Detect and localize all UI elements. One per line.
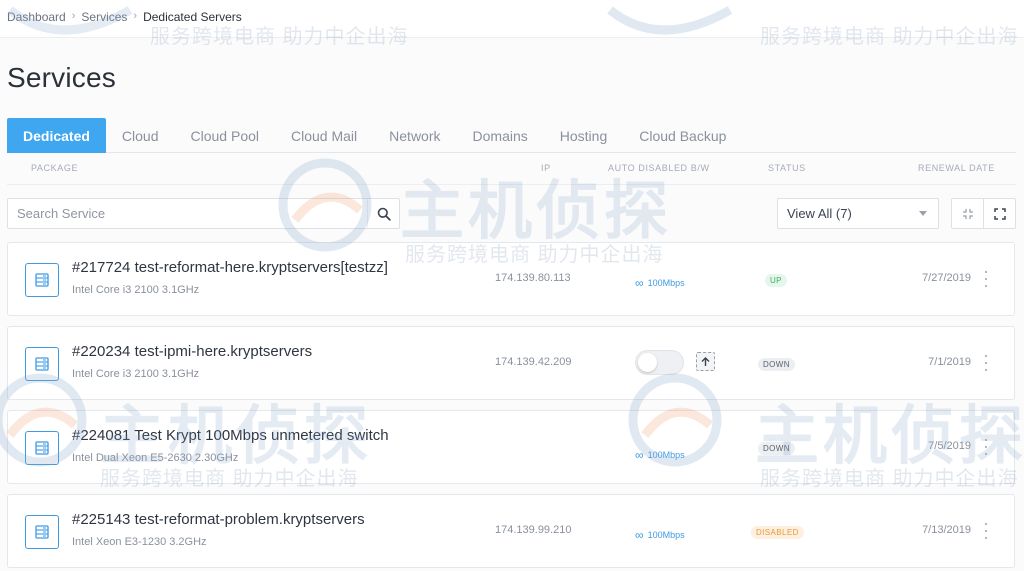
service-spec: Intel Xeon E3-1230 3.2GHz: [72, 536, 207, 548]
expand-icon: [993, 207, 1006, 220]
auto-disable-toggle[interactable]: [635, 350, 684, 375]
bandwidth-label: 100Mbps: [647, 278, 685, 288]
tab-cloud-backup[interactable]: Cloud Backup: [623, 118, 742, 153]
infinity-icon: ∞: [635, 448, 644, 462]
breadcrumb: Dashboard › Services › Dedicated Servers: [0, 0, 1024, 38]
bandwidth-value: ∞ 100Mbps: [635, 528, 685, 542]
service-ip: 174.139.80.113: [495, 272, 571, 284]
status-badge: DISABLED: [751, 526, 804, 539]
bandwidth-value: ∞ 100Mbps: [635, 276, 685, 290]
status-badge: UP: [765, 274, 787, 287]
search-icon: [377, 207, 391, 221]
tab-hosting[interactable]: Hosting: [544, 118, 623, 153]
service-name[interactable]: #217724 test-reformat-here.kryptservers[…: [72, 259, 388, 276]
column-header-package: PACKAGE: [31, 163, 79, 173]
service-name[interactable]: #220234 test-ipmi-here.kryptservers: [72, 343, 312, 360]
renewal-date: 7/13/2019: [922, 524, 971, 536]
row-menu-button[interactable]: [982, 355, 990, 371]
renewal-date: 7/1/2019: [928, 356, 971, 368]
tab-domains[interactable]: Domains: [457, 118, 544, 153]
tab-cloud-pool[interactable]: Cloud Pool: [175, 118, 276, 153]
column-header-ip: IP: [541, 163, 551, 173]
breadcrumb-dedicated-servers: Dedicated Servers: [143, 10, 242, 24]
infinity-icon: ∞: [635, 528, 644, 542]
service-row[interactable]: #217724 test-reformat-here.kryptservers[…: [7, 242, 1015, 316]
service-ip: 174.139.42.209: [495, 356, 572, 368]
search-input[interactable]: [8, 199, 367, 228]
tab-dedicated[interactable]: Dedicated: [7, 118, 106, 153]
service-row[interactable]: #220234 test-ipmi-here.kryptservers Inte…: [7, 326, 1015, 400]
service-spec: Intel Core i3 2100 3.1GHz: [72, 368, 200, 380]
tab-cloud[interactable]: Cloud: [106, 118, 175, 153]
service-name[interactable]: #225143 test-reformat-problem.kryptserve…: [72, 511, 365, 528]
view-filter-value: View All (7): [787, 206, 852, 221]
row-menu-button[interactable]: [982, 439, 990, 455]
arrow-up-icon: [701, 356, 710, 366]
view-toggle: [951, 198, 1016, 229]
upload-button[interactable]: [696, 352, 715, 371]
page-title: Services: [7, 62, 116, 93]
server-icon: [25, 347, 59, 381]
status-badge: DOWN: [758, 442, 795, 455]
column-header-auto-disabled-bw: AUTO DISABLED B/W: [608, 163, 710, 173]
column-header-status: STATUS: [768, 163, 806, 173]
service-name[interactable]: #224081 Test Krypt 100Mbps unmetered swi…: [72, 427, 389, 444]
infinity-icon: ∞: [635, 276, 644, 290]
breadcrumb-separator: ›: [71, 10, 76, 22]
service-spec: Intel Core i3 2100 3.1GHz: [72, 284, 200, 296]
column-header-renewal-date: RENEWAL DATE: [918, 163, 995, 173]
tab-cloud-mail[interactable]: Cloud Mail: [275, 118, 373, 153]
collapse-icon: [962, 208, 973, 219]
tab-network[interactable]: Network: [373, 118, 456, 153]
bandwidth-label: 100Mbps: [647, 450, 685, 460]
renewal-date: 7/27/2019: [922, 272, 971, 284]
server-icon: [25, 515, 59, 549]
search-box: [7, 198, 400, 229]
breadcrumb-dashboard[interactable]: Dashboard: [7, 10, 66, 24]
row-menu-button[interactable]: [982, 523, 990, 539]
row-menu-button[interactable]: [982, 271, 990, 287]
renewal-date: 7/5/2019: [928, 440, 971, 452]
view-filter-select[interactable]: View All (7): [777, 198, 939, 229]
server-icon: [25, 431, 59, 465]
status-badge: DOWN: [758, 358, 795, 371]
server-icon: [25, 263, 59, 297]
breadcrumb-separator: ›: [133, 10, 138, 22]
service-row[interactable]: #224081 Test Krypt 100Mbps unmetered swi…: [7, 410, 1015, 484]
breadcrumb-services[interactable]: Services: [81, 10, 127, 24]
bandwidth-value: ∞ 100Mbps: [635, 448, 685, 462]
watermark-brand: 主机侦探: [400, 175, 672, 247]
collapse-view-button[interactable]: [952, 199, 983, 228]
service-row[interactable]: #225143 test-reformat-problem.kryptserve…: [7, 494, 1015, 568]
expand-view-button[interactable]: [983, 199, 1015, 228]
search-button[interactable]: [367, 199, 399, 228]
chevron-down-icon: [919, 211, 927, 216]
bandwidth-label: 100Mbps: [647, 530, 685, 540]
service-spec: Intel Dual Xeon E5-2630 2.30GHz: [72, 452, 239, 464]
header-divider: [7, 184, 1016, 185]
service-ip: 174.139.99.210: [495, 524, 572, 536]
service-tabs: Dedicated Cloud Cloud Pool Cloud Mail Ne…: [7, 118, 1016, 153]
